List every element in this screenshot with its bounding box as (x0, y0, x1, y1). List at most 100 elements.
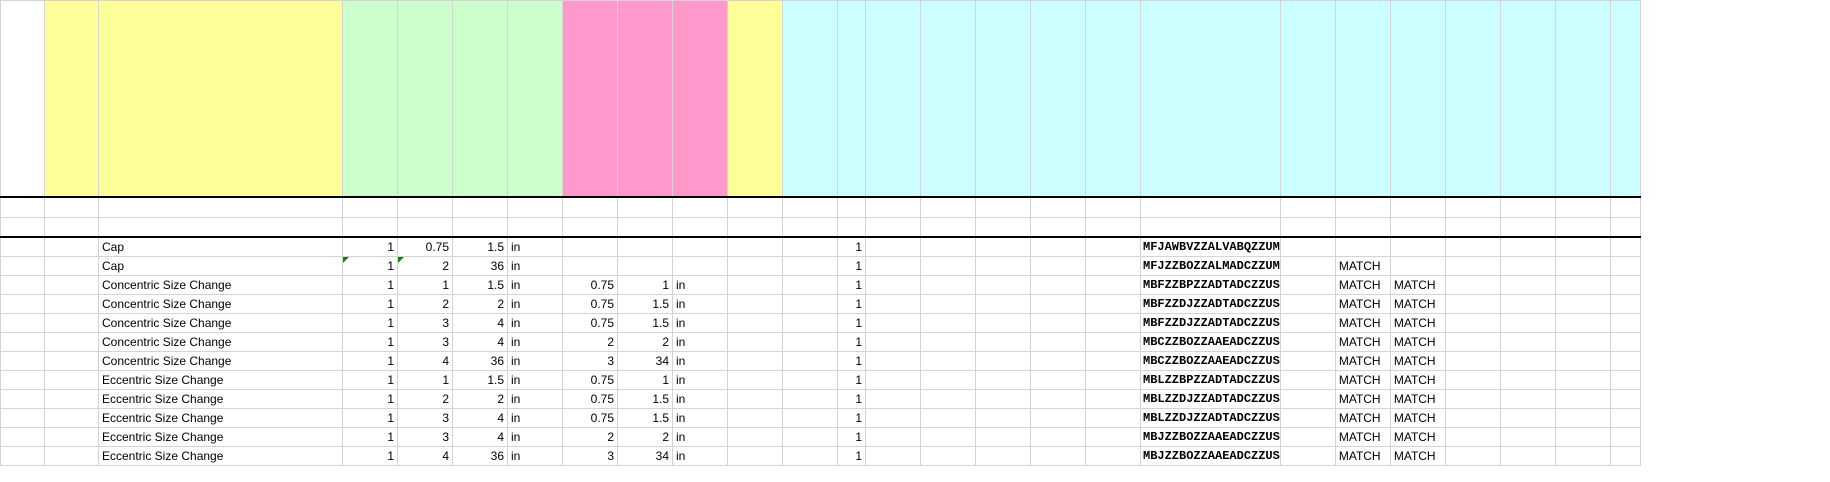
cell[interactable] (1279, 427, 1336, 447)
cell[interactable] (920, 275, 976, 295)
cell-opt[interactable]: 1 (342, 236, 398, 257)
cell-s-from[interactable]: 0.75 (562, 294, 618, 314)
cell-f-units[interactable]: in (507, 389, 563, 409)
cell[interactable] (975, 217, 1031, 238)
column-header-secondsizefrom[interactable] (562, 0, 618, 198)
cell[interactable] (1609, 256, 1641, 276)
cell[interactable] (1554, 313, 1611, 333)
cell[interactable] (0, 389, 45, 409)
cell[interactable] (1030, 332, 1086, 352)
cell[interactable] (1609, 351, 1641, 371)
cell[interactable] (1085, 427, 1141, 447)
cell[interactable] (1554, 236, 1611, 257)
column-header-optioncode[interactable] (342, 0, 398, 198)
cell-f-to[interactable]: 4 (452, 332, 508, 352)
cell-s-units[interactable]: in (672, 275, 728, 295)
cell[interactable] (562, 196, 618, 218)
cell[interactable] (782, 427, 838, 447)
cell[interactable] (0, 313, 45, 333)
cell-s-from[interactable]: 0.75 (562, 370, 618, 390)
cell[interactable] (975, 427, 1031, 447)
cell-f-units[interactable]: in (507, 256, 563, 276)
cell[interactable] (1279, 294, 1336, 314)
cell[interactable] (975, 256, 1031, 276)
cell-f-to[interactable]: 4 (452, 427, 508, 447)
cell-f-to[interactable]: 4 (452, 313, 508, 333)
cell[interactable] (44, 236, 99, 257)
cell[interactable] (1609, 408, 1641, 428)
cell-basis[interactable]: 1 (837, 446, 866, 466)
cell[interactable] (1085, 196, 1141, 218)
cell[interactable] (1444, 256, 1501, 276)
cell[interactable] (1609, 332, 1641, 352)
column-header-commoditycode[interactable] (1140, 0, 1281, 198)
cell[interactable] (782, 236, 838, 257)
column-header-specname[interactable] (44, 0, 99, 198)
cell-s-to[interactable]: 1.5 (617, 313, 673, 333)
cell[interactable] (0, 408, 45, 428)
cell[interactable] (727, 427, 783, 447)
cell[interactable] (1030, 236, 1086, 257)
cell[interactable] (782, 332, 838, 352)
cell[interactable] (782, 196, 838, 218)
cell[interactable] (920, 427, 976, 447)
cell[interactable] (1030, 351, 1086, 371)
cell-s-from[interactable] (562, 236, 618, 257)
cell[interactable] (1030, 446, 1086, 466)
column-header-firstsizefrom[interactable] (397, 0, 453, 198)
cell[interactable] (1085, 332, 1141, 352)
cell[interactable] (1554, 196, 1611, 218)
cell[interactable] (920, 256, 976, 276)
cell[interactable] (1499, 446, 1556, 466)
cell[interactable] (1279, 370, 1336, 390)
cell-sched2[interactable] (1389, 236, 1446, 257)
cell[interactable] (1554, 217, 1611, 238)
cell-s-to[interactable] (617, 236, 673, 257)
cell[interactable] (920, 446, 976, 466)
cell-s-to[interactable]: 1.5 (617, 294, 673, 314)
cell-opt[interactable]: 1 (342, 446, 398, 466)
column-header-secondsizeto[interactable] (617, 0, 673, 198)
cell[interactable] (1030, 275, 1086, 295)
cell[interactable] (920, 294, 976, 314)
cell[interactable] (727, 370, 783, 390)
cell-basis[interactable]: 1 (837, 370, 866, 390)
cell-basis[interactable]: 1 (837, 351, 866, 371)
cell[interactable] (0, 294, 45, 314)
cell[interactable] (782, 370, 838, 390)
cell[interactable] (1030, 256, 1086, 276)
cell-opt[interactable]: 1 (342, 332, 398, 352)
cell-basis[interactable]: 1 (837, 389, 866, 409)
cell[interactable] (1279, 275, 1336, 295)
row-label-head[interactable] (0, 0, 45, 198)
cell[interactable] (1499, 256, 1556, 276)
cell-sched1[interactable]: MATCH (1334, 332, 1391, 352)
cell[interactable] (0, 236, 45, 257)
cell-sched1[interactable]: MATCH (1334, 408, 1391, 428)
cell[interactable] (975, 389, 1031, 409)
cell[interactable] (1140, 196, 1281, 218)
cell[interactable] (727, 351, 783, 371)
cell-f-from[interactable]: 2 (397, 389, 453, 409)
cell-sched1[interactable]: MATCH (1334, 389, 1391, 409)
column-header-firstsizeschedule[interactable] (1389, 0, 1446, 198)
cell[interactable] (397, 196, 453, 218)
cell-basis[interactable]: 1 (837, 236, 866, 257)
cell[interactable] (1609, 370, 1641, 390)
cell[interactable] (920, 351, 976, 371)
cell-sched2[interactable] (1389, 256, 1446, 276)
column-header-fluidcode[interactable] (865, 0, 921, 198)
cell-short[interactable]: Eccentric Size Change (98, 370, 343, 390)
cell[interactable] (1444, 313, 1501, 333)
cell[interactable] (865, 196, 921, 218)
cell[interactable] (1609, 313, 1641, 333)
column-header-firstsizeto[interactable] (452, 0, 508, 198)
cell-short[interactable]: Eccentric Size Change (98, 389, 343, 409)
cell[interactable] (1389, 196, 1446, 218)
cell[interactable] (920, 313, 976, 333)
column-header-comments[interactable] (782, 0, 838, 198)
cell[interactable] (44, 313, 99, 333)
cell-short[interactable]: Concentric Size Change (98, 332, 343, 352)
cell-sched1[interactable]: MATCH (1334, 275, 1391, 295)
cell[interactable] (1499, 236, 1556, 257)
